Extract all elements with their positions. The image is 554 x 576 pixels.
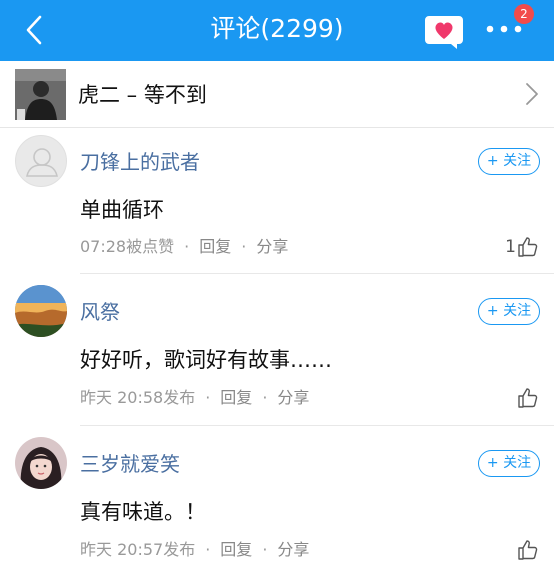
share-button[interactable]: 分享 bbox=[277, 540, 309, 559]
avatar[interactable] bbox=[15, 437, 67, 489]
thumbs-up-icon bbox=[518, 237, 538, 257]
thumbs-up-icon bbox=[518, 540, 538, 560]
like-button[interactable]: 1 bbox=[505, 234, 540, 260]
follow-button[interactable]: + 关注 bbox=[478, 298, 540, 325]
comment-text: 真有味道。！ bbox=[80, 500, 206, 524]
song-info-row[interactable]: 虎二 – 等不到 bbox=[0, 61, 554, 128]
comment-text: 好好听，歌词好有故事…… bbox=[80, 348, 332, 372]
comment-time: 昨天 20:58发布 bbox=[80, 388, 196, 407]
reply-button[interactable]: 回复 bbox=[220, 388, 252, 407]
comment-text: 单曲循环 bbox=[80, 198, 164, 222]
notification-badge: 2 bbox=[514, 4, 534, 24]
page-title: 评论(2299) bbox=[210, 14, 344, 43]
comment-username[interactable]: 刀锋上的武者 bbox=[80, 149, 200, 175]
comment-username[interactable]: 风祭 bbox=[80, 299, 120, 325]
share-button[interactable]: 分享 bbox=[256, 237, 288, 256]
comment-item: 风祭 + 关注 好好听，歌词好有故事…… 昨天 20:58发布 · 回复 · 分享 bbox=[0, 274, 554, 426]
comment-time: 07:28被点赞 bbox=[80, 237, 175, 256]
avatar[interactable] bbox=[15, 285, 67, 337]
follow-button[interactable]: + 关注 bbox=[478, 450, 540, 477]
comment-meta: 昨天 20:58发布 · 回复 · 分享 bbox=[80, 388, 310, 407]
heart-chat-icon bbox=[425, 16, 463, 49]
comments-page: 评论(2299) 2 虎二 – 等不到 刀锋上的武者 + 关注 单曲循环 07:… bbox=[0, 0, 554, 576]
reply-button[interactable]: 回复 bbox=[199, 237, 231, 256]
song-title: 虎二 – 等不到 bbox=[78, 83, 207, 107]
thumbs-up-icon bbox=[518, 388, 538, 408]
share-button[interactable]: 分享 bbox=[277, 388, 309, 407]
comment-item: 刀锋上的武者 + 关注 单曲循环 07:28被点赞 · 回复 · 分享 1 bbox=[0, 128, 554, 274]
like-button[interactable] bbox=[516, 537, 540, 563]
comment-meta: 07:28被点赞 · 回复 · 分享 bbox=[80, 237, 289, 256]
comment-time: 昨天 20:57发布 bbox=[80, 540, 196, 559]
chevron-right-icon bbox=[526, 83, 538, 105]
like-button[interactable] bbox=[516, 385, 540, 411]
song-cover-image bbox=[15, 69, 66, 120]
avatar[interactable] bbox=[15, 135, 67, 187]
landscape-avatar-icon bbox=[15, 285, 67, 337]
comment-meta: 昨天 20:57发布 · 回复 · 分享 bbox=[80, 540, 310, 559]
like-count: 1 bbox=[505, 237, 516, 257]
default-avatar-icon bbox=[26, 148, 58, 177]
top-bar: 评论(2299) 2 bbox=[0, 0, 554, 61]
reply-button[interactable]: 回复 bbox=[220, 540, 252, 559]
comment-username[interactable]: 三岁就爱笑 bbox=[80, 451, 180, 477]
more-dots-icon bbox=[486, 25, 522, 33]
comment-item: 三岁就爱笑 + 关注 真有味道。！ 昨天 20:57发布 · 回复 · 分享 bbox=[0, 426, 554, 576]
follow-button[interactable]: + 关注 bbox=[478, 148, 540, 175]
girl-avatar-icon bbox=[15, 437, 67, 489]
favorite-button[interactable] bbox=[425, 12, 465, 50]
